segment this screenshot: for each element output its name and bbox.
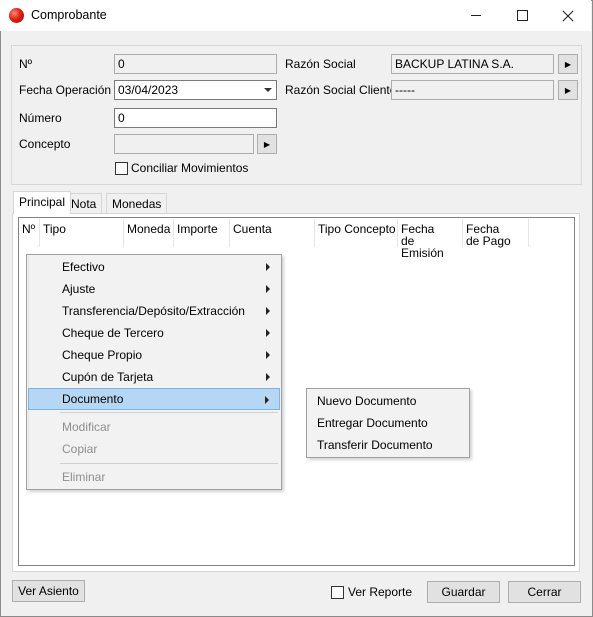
menu-item-transferencia[interactable]: Transferencia/Depósito/Extracción	[28, 300, 280, 322]
window-title: Comprobante	[31, 8, 107, 22]
caret-right-icon: ▶	[564, 59, 572, 69]
caret-right-icon: ▶	[564, 85, 572, 95]
fecha-operacion-label: Fecha Operación	[19, 83, 112, 97]
menu-item-label: Cupón de Tarjeta	[62, 370, 154, 384]
menu-item-modificar[interactable]: Modificar	[28, 416, 280, 438]
menu-item-cheque-tercero[interactable]: Cheque de Tercero	[28, 322, 280, 344]
submenu-arrow-icon	[266, 373, 270, 381]
tab-monedas[interactable]: Monedas	[106, 193, 168, 213]
submenu-arrow-icon	[266, 263, 270, 271]
close-icon	[562, 10, 574, 21]
menu-separator	[60, 463, 278, 464]
razon-social-field[interactable]: BACKUP LATINA S.A.	[391, 54, 554, 74]
caret-right-icon: ▶	[263, 139, 271, 149]
column-header-fecha-pago[interactable]: Fecha de Pago	[463, 219, 529, 247]
fecha-operacion-value: 03/04/2023	[118, 83, 179, 97]
razon-social-cliente-field[interactable]: -----	[391, 80, 554, 100]
menu-item-efectivo[interactable]: Efectivo	[28, 256, 280, 278]
menu-item-cheque-propio[interactable]: Cheque Propio	[28, 344, 280, 366]
column-header-importe[interactable]: Importe	[174, 219, 230, 247]
guardar-button[interactable]: Guardar	[427, 581, 500, 603]
conciliar-movimientos-label: Conciliar Movimientos	[131, 161, 249, 175]
submenu-arrow-icon	[266, 307, 270, 315]
submenu-arrow-icon	[265, 396, 269, 404]
maximize-icon	[516, 10, 528, 21]
minimize-icon	[471, 15, 481, 16]
submenu-arrow-icon	[266, 329, 270, 337]
ver-reporte-label: Ver Reporte	[348, 585, 413, 599]
menu-item-copiar[interactable]: Copiar	[28, 438, 280, 460]
menu-item-eliminar[interactable]: Eliminar	[28, 466, 280, 488]
chevron-down-icon	[264, 88, 272, 92]
conciliar-movimientos-checkbox[interactable]	[115, 162, 128, 175]
ver-asiento-button[interactable]: Ver Asiento	[12, 580, 85, 602]
ver-reporte-checkbox[interactable]	[331, 586, 344, 599]
submenu-arrow-icon	[266, 285, 270, 293]
app-logo-icon	[9, 8, 24, 23]
column-header-tipo[interactable]: Tipo	[40, 219, 124, 247]
menu-item-label: Cheque Propio	[62, 348, 143, 362]
column-header-nro[interactable]: Nº	[19, 219, 40, 247]
tab-principal[interactable]: Principal	[13, 191, 72, 214]
submenu-item-transferir-documento[interactable]: Transferir Documento	[307, 434, 467, 456]
menu-item-label: Efectivo	[62, 260, 105, 274]
razon-social-cliente-lookup-button[interactable]: ▶	[558, 80, 578, 100]
menu-item-ajuste[interactable]: Ajuste	[28, 278, 280, 300]
menu-separator	[60, 412, 278, 413]
menu-item-documento[interactable]: Documento	[28, 388, 280, 410]
numero-id-label: Nº	[19, 57, 33, 71]
maximize-button[interactable]	[499, 0, 545, 31]
submenu-item-entregar-documento[interactable]: Entregar Documento	[307, 412, 467, 434]
menu-item-label: Ajuste	[62, 282, 96, 296]
menu-item-label: Documento	[62, 392, 124, 406]
concepto-label: Concepto	[19, 137, 71, 151]
concepto-lookup-button[interactable]: ▶	[257, 134, 277, 154]
column-header-cuenta[interactable]: Cuenta	[230, 219, 315, 247]
close-button[interactable]	[545, 0, 591, 31]
concepto-field[interactable]	[114, 134, 254, 154]
numero-label: Número	[19, 111, 62, 125]
cerrar-button[interactable]: Cerrar	[508, 581, 581, 603]
numero-id-field[interactable]: 0	[114, 54, 277, 74]
razon-social-cliente-label: Razón Social Cliente	[285, 83, 397, 97]
column-header-moneda[interactable]: Moneda	[124, 219, 174, 247]
razon-social-lookup-button[interactable]: ▶	[558, 54, 578, 74]
numero-field[interactable]: 0	[114, 108, 277, 128]
column-header-tipo-concepto[interactable]: Tipo Concepto	[315, 219, 398, 247]
column-header-fecha-emision[interactable]: Fecha de Emisión	[398, 219, 463, 259]
menu-item-label: Cheque de Tercero	[62, 326, 164, 340]
menu-item-cupon-tarjeta[interactable]: Cupón de Tarjeta	[28, 366, 280, 388]
fecha-operacion-picker[interactable]: 03/04/2023	[114, 80, 277, 100]
razon-social-label: Razón Social	[285, 57, 356, 71]
menu-item-label: Transferencia/Depósito/Extracción	[62, 304, 245, 318]
submenu-item-nuevo-documento[interactable]: Nuevo Documento	[307, 390, 467, 412]
minimize-button[interactable]	[453, 0, 499, 31]
submenu-arrow-icon	[266, 351, 270, 359]
